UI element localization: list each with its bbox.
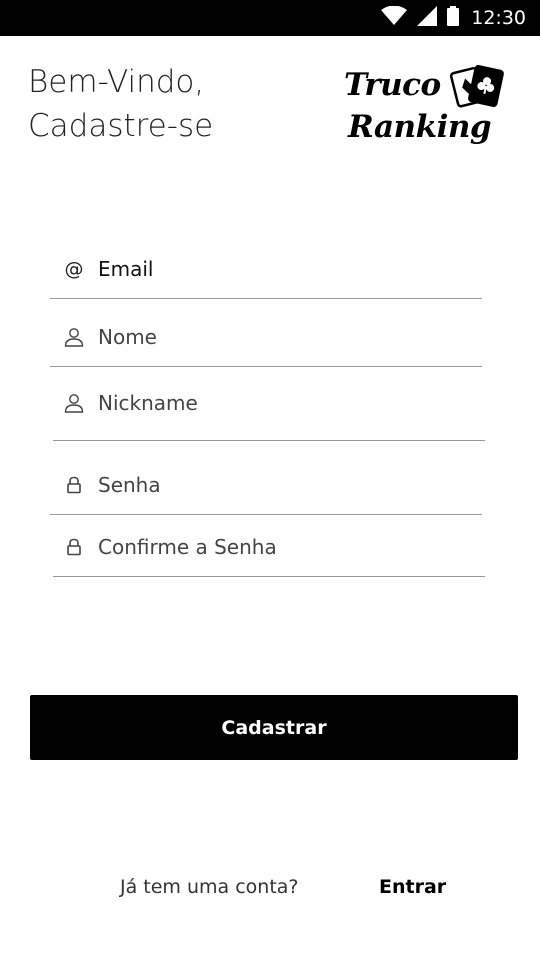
nickname-field <box>53 375 485 441</box>
signal-icon <box>417 6 438 30</box>
logo-text-line-2: Ranking <box>348 109 492 145</box>
password-underline <box>50 514 482 515</box>
password-input[interactable] <box>98 473 458 497</box>
lock-icon <box>62 535 86 559</box>
status-bar: 12:30 <box>0 0 540 36</box>
wifi-icon <box>381 5 408 30</box>
email-underline <box>50 298 482 299</box>
at-icon: @ <box>64 258 84 280</box>
password-field <box>50 455 482 515</box>
email-input[interactable] <box>98 257 458 281</box>
lock-icon <box>62 473 86 497</box>
nickname-input[interactable] <box>98 391 458 415</box>
confirm-password-input[interactable] <box>98 535 458 559</box>
name-underline <box>50 366 482 367</box>
logo-text-line-1: Truco <box>344 67 441 103</box>
email-field: @ <box>50 239 482 299</box>
nickname-underline <box>53 440 485 441</box>
name-field <box>50 307 482 367</box>
have-account-text: Já tem uma conta? <box>120 876 299 898</box>
playing-cards-icon <box>450 65 504 108</box>
login-link[interactable]: Entrar <box>379 876 446 898</box>
status-time: 12:30 <box>471 7 526 29</box>
app-logo: Truco Ranking <box>342 62 507 157</box>
welcome-heading: Bem-Vindo, Cadastre-se <box>28 60 213 148</box>
welcome-line-1: Bem-Vindo, <box>28 64 205 100</box>
name-input[interactable] <box>98 325 458 349</box>
confirm-password-underline <box>53 576 485 577</box>
battery-icon <box>447 6 460 30</box>
register-button[interactable]: Cadastrar <box>30 695 518 760</box>
welcome-line-2: Cadastre-se <box>28 108 214 144</box>
confirm-password-field <box>53 517 485 577</box>
user-icon <box>62 391 86 415</box>
user-icon <box>62 325 86 349</box>
